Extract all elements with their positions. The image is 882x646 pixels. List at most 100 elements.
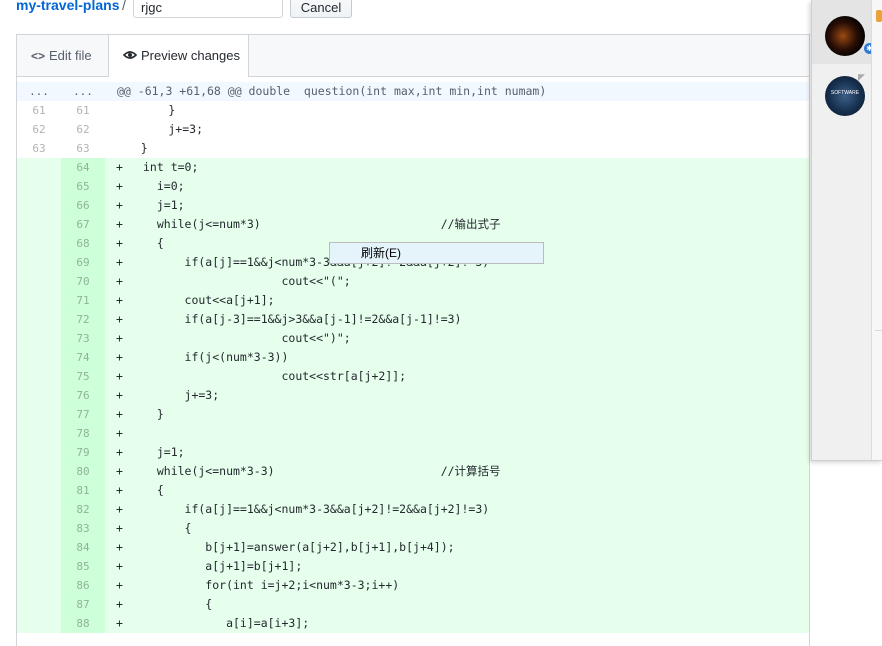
new-line-number[interactable]: 64 [61, 158, 105, 177]
code-text: b[j+1]=answer(a[j+2],b[j+1],b[j+4]); [143, 540, 455, 554]
code-text: if(a[j-3]==1&&j>3&&a[j-1]!=2&&a[j-1]!=3) [143, 312, 462, 326]
diff-added-line: 64 + int t=0; [17, 158, 809, 177]
new-line-number[interactable]: 66 [61, 196, 105, 215]
diff-context-line: 62 62 j+=3; [17, 120, 809, 139]
add-marker: + [116, 540, 123, 554]
code-icon: <> [31, 49, 46, 63]
add-marker: + [116, 255, 123, 269]
code-text: while(j<=num*3) //输出式子 [143, 217, 501, 231]
diff-added-line: 88 + a[i]=a[i+3]; [17, 614, 809, 633]
diff-added-line: 84 + b[j+1]=answer(a[j+2],b[j+1],b[j+4]); [17, 538, 809, 557]
code-text: cout<<str[a[j+2]]; [143, 369, 407, 383]
diff-added-line: 82 + if(a[j]==1&&j<num*3-3&&a[j+2]!=2&&a[… [17, 500, 809, 519]
add-marker: + [116, 217, 123, 231]
tab-edit-file[interactable]: <> Edit file [17, 35, 107, 76]
new-line-number[interactable]: 85 [61, 557, 105, 576]
scrollbar[interactable] [871, 0, 882, 460]
new-line-number[interactable]: 88 [61, 614, 105, 633]
new-line-number[interactable]: 79 [61, 443, 105, 462]
diff-added-line: 77 + } [17, 405, 809, 424]
filename-input[interactable]: rjgc [133, 0, 283, 18]
new-line-number: ... [73, 85, 93, 98]
add-marker: + [116, 616, 123, 630]
old-line-number[interactable]: 62 [17, 120, 61, 139]
diff-added-line: 65 + i=0; [17, 177, 809, 196]
new-line-number[interactable]: 74 [61, 348, 105, 367]
diff-added-line: 71 + cout<<a[j+1]; [17, 291, 809, 310]
new-line-number[interactable]: 86 [61, 576, 105, 595]
context-menu-refresh[interactable]: 刷新(E) [330, 243, 543, 263]
new-line-number[interactable]: 65 [61, 177, 105, 196]
breadcrumb-separator: / [122, 0, 126, 13]
old-line-number: ... [29, 85, 49, 98]
old-line-number[interactable]: 63 [17, 139, 61, 158]
avatar[interactable] [825, 16, 865, 56]
code-text: while(j<=num*3-3) //计算括号 [143, 464, 501, 478]
add-marker: + [116, 521, 123, 535]
diff-added-line: 76 + j+=3; [17, 386, 809, 405]
add-marker: + [116, 483, 123, 497]
code-text: cout<<a[j+1]; [143, 293, 275, 307]
diff-added-line: 66 + j=1; [17, 196, 809, 215]
code-text: i=0; [143, 179, 185, 193]
diff-added-line: 74 + if(j<(num*3-3)) [17, 348, 809, 367]
new-line-number[interactable]: 72 [61, 310, 105, 329]
new-line-number[interactable]: 61 [61, 101, 105, 120]
new-line-number[interactable]: 67 [61, 215, 105, 234]
add-marker: + [116, 350, 123, 364]
diff-added-line: 83 + { [17, 519, 809, 538]
add-marker: + [116, 274, 123, 288]
code-text: { [143, 521, 192, 535]
cancel-button[interactable]: Cancel [290, 0, 352, 18]
new-line-number[interactable]: 71 [61, 291, 105, 310]
new-line-number[interactable]: 63 [61, 139, 105, 158]
add-marker: + [116, 312, 123, 326]
diff-added-line: 72 + if(a[j-3]==1&&j>3&&a[j-1]!=2&&a[j-1]… [17, 310, 809, 329]
add-marker: + [116, 445, 123, 459]
eye-icon [122, 49, 138, 63]
diff-added-line: 67 + while(j<=num*3) //输出式子 [17, 215, 809, 234]
new-line-number[interactable]: 77 [61, 405, 105, 424]
new-line-number[interactable]: 76 [61, 386, 105, 405]
diff-hunk-header: ...... @@ -61,3 +61,68 @@ double question… [17, 82, 809, 101]
new-line-number[interactable]: 80 [61, 462, 105, 481]
pin-icon[interactable]: ◤ [858, 72, 868, 82]
add-marker: + [116, 426, 123, 440]
new-line-number[interactable]: 83 [61, 519, 105, 538]
new-line-number[interactable]: 82 [61, 500, 105, 519]
hunk-header-text: @@ -61,3 +61,68 @@ double question(int m… [117, 84, 547, 98]
code-text: { [143, 236, 164, 250]
new-line-number[interactable]: 75 [61, 367, 105, 386]
new-line-number[interactable]: 84 [61, 538, 105, 557]
code-text: } [143, 407, 164, 421]
code-text: } [113, 141, 148, 155]
add-marker: + [116, 502, 123, 516]
diff-added-line: 81 + { [17, 481, 809, 500]
new-line-number[interactable]: 70 [61, 272, 105, 291]
old-line-number[interactable]: 61 [17, 101, 61, 120]
new-line-number[interactable]: 78 [61, 424, 105, 443]
code-text: } [113, 103, 176, 117]
diff-added-line: 85 + a[j+1]=b[j+1]; [17, 557, 809, 576]
diff-added-line: 70 + cout<<"("; [17, 272, 809, 291]
add-marker: + [116, 407, 123, 421]
code-text: for(int i=j+2;i<num*3-3;i++) [143, 578, 400, 592]
new-line-number[interactable]: 87 [61, 595, 105, 614]
editor-tabs: <> Edit file Preview changes [17, 35, 809, 77]
code-text: { [143, 597, 213, 611]
breadcrumb-bar: my-travel-plans / rjgc Cancel [0, 0, 810, 24]
code-text: if(a[j]==1&&j<num*3-3&&a[j+2]!=2&&a[j+2]… [143, 502, 490, 516]
diff-context-line: 63 63 } [17, 139, 809, 158]
new-line-number[interactable]: 62 [61, 120, 105, 139]
tab-label: Edit file [49, 48, 92, 63]
diff-added-line: 80 + while(j<=num*3-3) //计算括号 [17, 462, 809, 481]
repo-link[interactable]: my-travel-plans [16, 0, 119, 13]
new-line-number[interactable]: 68 [61, 234, 105, 253]
new-line-number[interactable]: 73 [61, 329, 105, 348]
tab-preview-changes[interactable]: Preview changes [108, 35, 249, 77]
diff-added-line: 75 + cout<<str[a[j+2]]; [17, 367, 809, 386]
new-line-number[interactable]: 81 [61, 481, 105, 500]
diff-added-line: 86 + for(int i=j+2;i<num*3-3;i++) [17, 576, 809, 595]
code-text: cout<<"("; [143, 274, 351, 288]
new-line-number[interactable]: 69 [61, 253, 105, 272]
